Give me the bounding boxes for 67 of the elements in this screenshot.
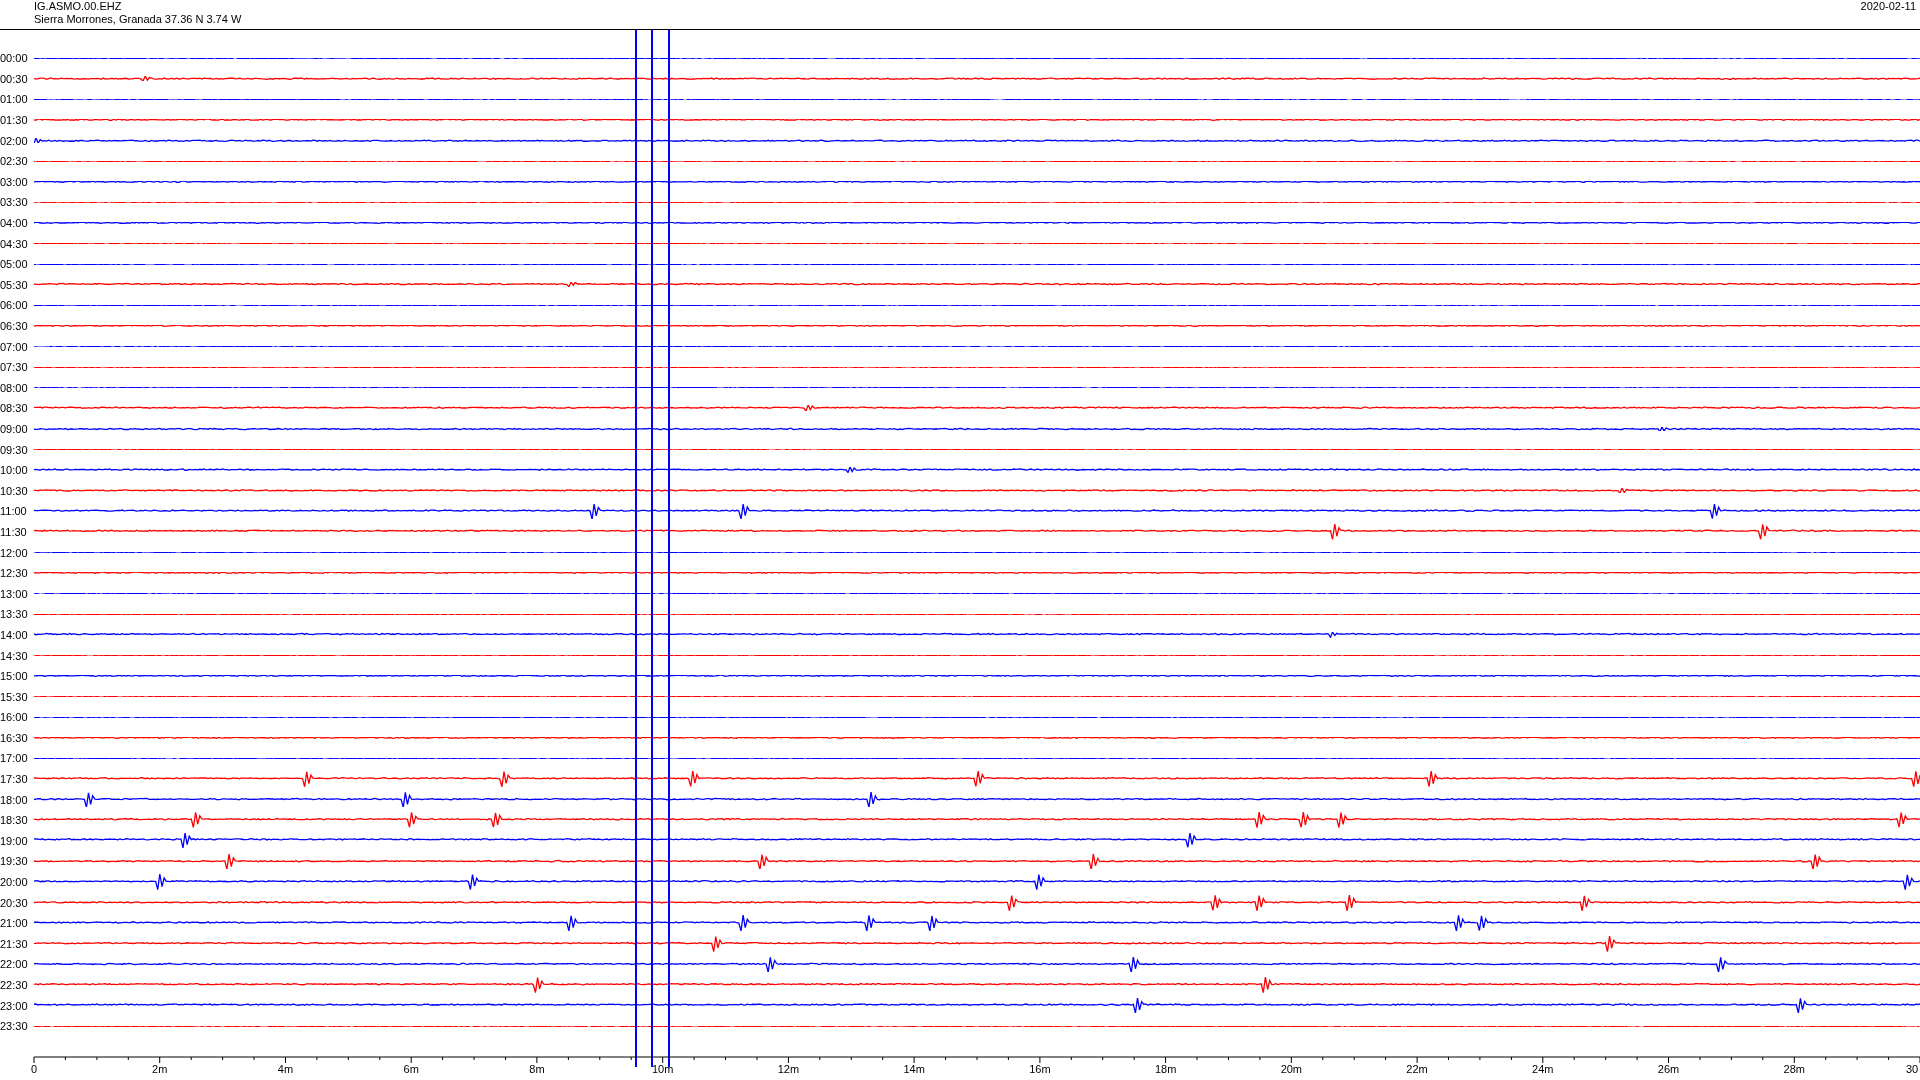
time-label: 19:30 — [0, 855, 29, 868]
axis-label: 18m — [1154, 1062, 1177, 1075]
time-label: 18:30 — [0, 814, 29, 827]
time-label: 22:00 — [0, 958, 29, 971]
time-label: 00:30 — [0, 72, 29, 85]
axis-label: 14m — [903, 1062, 925, 1075]
axis-label: 24m — [1532, 1062, 1554, 1075]
time-label: 23:30 — [0, 1020, 29, 1033]
axis-label: 28m — [1783, 1062, 1805, 1075]
time-label: 01:00 — [0, 93, 29, 106]
time-label: 10:00 — [0, 464, 29, 477]
station-location: Sierra Morrones, Granada 37.36 N 3.74 W — [34, 13, 242, 26]
plot-date: 2020-02-11 — [1860, 0, 1916, 14]
time-label: 23:00 — [0, 999, 29, 1012]
time-label: 04:30 — [0, 237, 29, 250]
time-label: 02:00 — [0, 134, 29, 147]
axis-label: 2m — [152, 1062, 168, 1075]
axis-label: 6m — [403, 1062, 419, 1075]
axis-label: 20m — [1280, 1062, 1303, 1075]
time-label: 16:00 — [0, 711, 29, 724]
time-label: 19:00 — [0, 834, 29, 847]
axis-label: 0 — [30, 1062, 38, 1075]
time-label: 02:30 — [0, 155, 29, 168]
time-label: 21:00 — [0, 917, 29, 930]
time-label: 13:00 — [0, 587, 29, 600]
time-label: 08:30 — [0, 402, 29, 415]
axis-label: 16m — [1029, 1062, 1051, 1075]
time-label: 06:30 — [0, 320, 29, 332]
time-label: 17:30 — [0, 773, 29, 786]
time-label: 11:30 — [0, 525, 28, 538]
time-label: 01:30 — [0, 114, 29, 127]
time-label: 05:30 — [0, 278, 29, 291]
time-label: 06:00 — [0, 299, 29, 312]
time-label: 04:00 — [0, 217, 29, 230]
time-label: 13:30 — [0, 608, 29, 621]
time-label: 05:00 — [0, 258, 29, 271]
time-label: 08:00 — [0, 381, 29, 394]
axis-label: 22m — [1406, 1062, 1428, 1075]
time-label: 10:30 — [0, 484, 29, 497]
time-label: 17:00 — [0, 752, 29, 765]
time-label: 03:30 — [0, 196, 29, 209]
time-label: 16:30 — [0, 731, 29, 744]
time-label: 07:00 — [0, 340, 29, 353]
axis-label: 26m — [1657, 1062, 1680, 1075]
time-label: 20:00 — [0, 876, 29, 889]
station-code: IG.ASMO.00.EHZ — [34, 0, 123, 13]
time-label: 12:00 — [0, 546, 29, 559]
axis-label: 4m — [277, 1062, 294, 1075]
time-label: 18:00 — [0, 793, 29, 806]
axis-label: 30 — [1905, 1062, 1919, 1075]
time-label: 14:00 — [0, 628, 29, 641]
time-label: 11:00 — [0, 505, 28, 518]
time-label: 03:00 — [0, 175, 29, 188]
time-label: 00:00 — [0, 52, 29, 65]
time-label: 07:30 — [0, 361, 29, 374]
time-label: 09:00 — [0, 423, 29, 435]
time-label: 14:30 — [0, 649, 29, 662]
time-label: 15:30 — [0, 690, 29, 703]
axis-label: 12m — [777, 1062, 800, 1075]
time-label: 22:30 — [0, 979, 29, 991]
axis-label: 8m — [529, 1062, 545, 1075]
time-label: 20:30 — [0, 896, 29, 909]
time-label: 21:30 — [0, 937, 29, 950]
time-label: 12:30 — [0, 567, 29, 580]
axis-label: 10m — [651, 1062, 674, 1075]
time-label: 09:30 — [0, 443, 29, 456]
time-label: 15:00 — [0, 670, 29, 683]
